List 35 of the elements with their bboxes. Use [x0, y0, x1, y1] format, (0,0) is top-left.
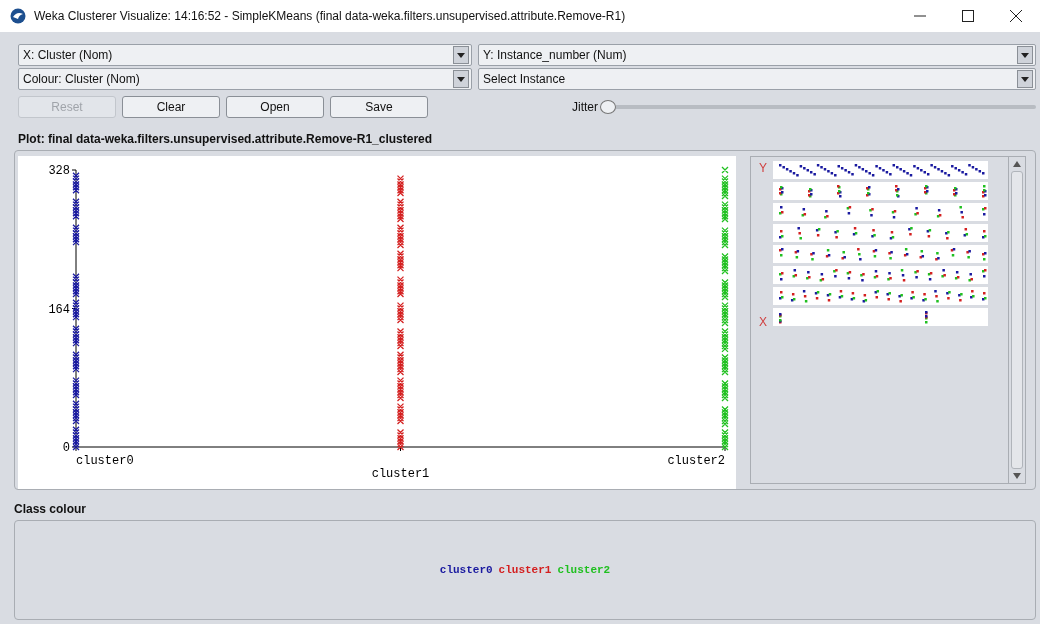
dropdown[interactable]: Select Instance — [478, 68, 1036, 90]
x-tick-label: cluster2 — [667, 454, 725, 468]
toolbar-button[interactable]: Open — [226, 96, 324, 118]
x-tick-label: cluster0 — [76, 454, 134, 468]
y-tick-label: 328 — [48, 164, 70, 178]
attribute-strips-drawing[interactable] — [773, 161, 988, 329]
toolbar-button[interactable]: Clear — [122, 96, 220, 118]
bird-logo-icon — [10, 8, 26, 24]
scroll-down-icon[interactable] — [1013, 473, 1021, 479]
legend-label: cluster1 — [498, 564, 552, 576]
y-tick-label: 164 — [48, 302, 70, 317]
maximize-icon[interactable] — [962, 10, 974, 22]
caret-icon — [1021, 76, 1029, 82]
jitter-slider[interactable] — [602, 100, 1036, 114]
x-axis-marker: X — [759, 315, 767, 329]
scrollbar[interactable] — [1008, 157, 1025, 483]
slider-thumb[interactable] — [600, 100, 616, 114]
caret-icon — [1021, 52, 1029, 58]
caret-icon — [457, 52, 465, 58]
x-tick-label: cluster1 — [371, 467, 430, 481]
legend-label: cluster2 — [557, 564, 611, 576]
jitter-label: Jitter — [572, 100, 598, 114]
dropdown[interactable]: Y: Instance_number (Num) — [478, 44, 1036, 66]
y-axis-marker: Y — [759, 161, 767, 175]
class-colour-title: Class colour — [14, 502, 88, 516]
y-tick-label: 0 — [62, 441, 70, 455]
legend-label: cluster0 — [439, 564, 493, 576]
close-icon[interactable] — [1010, 10, 1022, 22]
window-title: Weka Clusterer Visualize: 14:16:52 - SimpleKMeans (final data-weka.filters.unsupervised.attribute.Remove-R1) — [34, 9, 627, 23]
toolbar-button[interactable]: Save — [330, 96, 428, 118]
plot-title: Plot: final data-weka.filters.unsupervised.attribute.Remove-R1_clustered — [18, 132, 434, 146]
caret-icon — [457, 76, 465, 82]
dropdown[interactable]: Colour: Cluster (Nom) — [18, 68, 472, 90]
scroll-up-icon[interactable] — [1013, 161, 1021, 167]
dropdown[interactable]: X: Cluster (Nom) — [18, 44, 472, 66]
